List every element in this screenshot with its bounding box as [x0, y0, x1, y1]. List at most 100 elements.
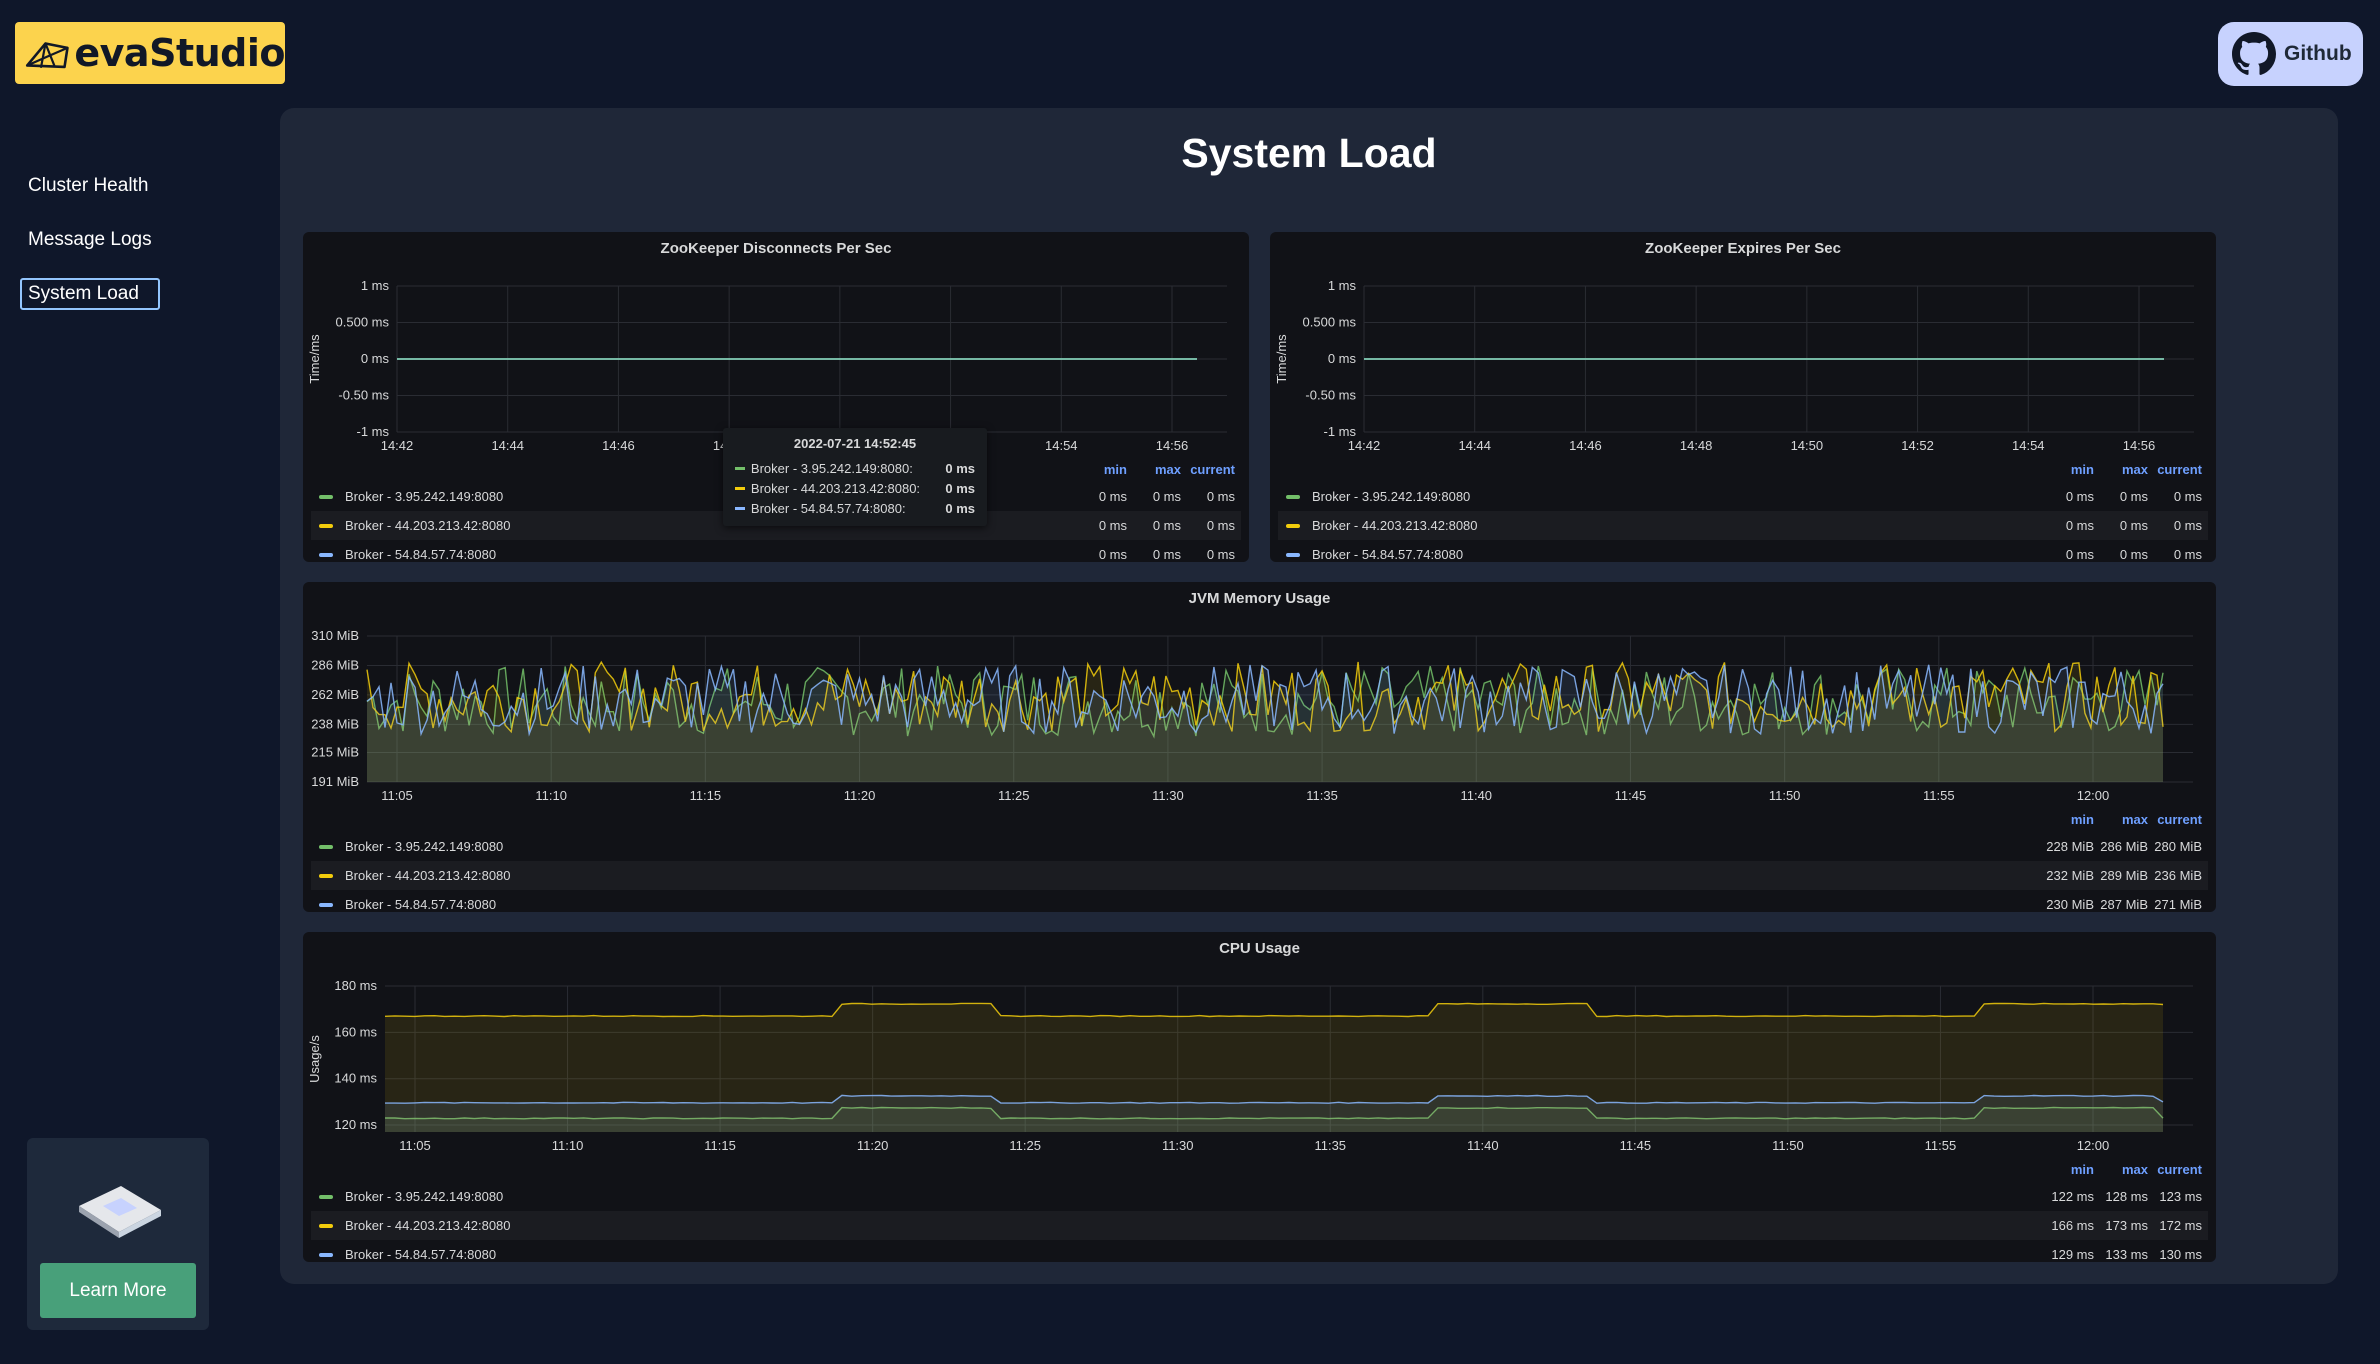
legend-current-header[interactable]: current	[1181, 462, 1235, 482]
y-tick-label: 1 ms	[1328, 278, 1357, 293]
x-tick-label: 14:44	[491, 438, 524, 453]
legend-row[interactable]: Broker - 44.203.213.42:8080 0 ms 0 ms 0 ms	[1278, 511, 2208, 540]
legend-swatch	[1286, 523, 1300, 528]
x-tick-label: 11:40	[1467, 1138, 1499, 1153]
legend-row[interactable]: Broker - 54.84.57.74:8080 129 ms 133 ms 13…	[311, 1240, 2208, 1262]
legend-max-header[interactable]: max	[2094, 1162, 2148, 1182]
legend-current: 123 ms	[2159, 1189, 2202, 1204]
y-tick-label: -0.50 ms	[1305, 388, 1356, 403]
legend-min: 0 ms	[2065, 547, 2094, 562]
x-tick-label: 11:05	[399, 1138, 431, 1153]
legend-min-header[interactable]: min	[2040, 1162, 2094, 1182]
legend-swatch	[1286, 552, 1300, 557]
x-tick-label: 11:15	[690, 788, 722, 803]
x-tick-label: 14:46	[1569, 438, 1602, 453]
legend-min-header[interactable]: min	[1073, 462, 1127, 482]
y-tick-label: 262 MiB	[311, 687, 359, 702]
x-tick-label: 14:52	[1901, 438, 1934, 453]
legend-max: 0 ms	[2119, 518, 2148, 533]
legend-row[interactable]: Broker - 54.84.57.74:8080 0 ms 0 ms 0 ms	[1278, 540, 2208, 562]
brand-logo[interactable]: evaStudio	[15, 22, 285, 84]
legend-row[interactable]: Broker - 54.84.57.74:8080 230 MiB 287 MiB…	[311, 890, 2208, 912]
x-tick-label: 14:54	[1045, 438, 1078, 453]
legend-series-name: Broker - 44.203.213.42:8080	[345, 868, 511, 883]
legend-header: min max current	[2040, 1162, 2202, 1182]
y-axis-label: Time/ms	[1274, 334, 1289, 384]
legend-min-header[interactable]: min	[2040, 462, 2094, 482]
github-icon	[2232, 32, 2276, 75]
y-tick-label: 286 MiB	[311, 657, 359, 672]
x-tick-label: 11:35	[1306, 788, 1338, 803]
x-tick-label: 14:44	[1458, 438, 1491, 453]
y-tick-label: 0.500 ms	[1303, 315, 1357, 330]
legend-min-header[interactable]: min	[2040, 812, 2094, 832]
legend-max: 0 ms	[2119, 489, 2148, 504]
legend-max-header[interactable]: max	[2094, 462, 2148, 482]
tent-logo-icon	[25, 42, 69, 69]
x-tick-label: 14:46	[602, 438, 635, 453]
legend-series-name: Broker - 3.95.242.149:8080	[345, 839, 504, 854]
x-tick-label: 14:50	[1791, 438, 1824, 453]
legend-current-header[interactable]: current	[2148, 462, 2202, 482]
x-tick-label: 12:00	[2077, 788, 2110, 803]
y-tick-label: 120 ms	[334, 1117, 377, 1132]
learn-more-button[interactable]: Learn More	[40, 1263, 196, 1318]
legend-max: 0 ms	[1152, 547, 1181, 562]
x-tick-label: 14:42	[381, 438, 414, 453]
y-axis-label: Usage/s	[307, 1035, 322, 1083]
x-tick-label: 11:20	[844, 788, 876, 803]
legend-series-name: Broker - 54.84.57.74:8080	[345, 1247, 497, 1262]
nav-item-system-load[interactable]: System Load	[20, 278, 160, 310]
x-tick-label: 14:54	[2012, 438, 2045, 453]
x-tick-label: 11:40	[1460, 788, 1492, 803]
legend-min: 0 ms	[2065, 489, 2094, 504]
legend-current-header[interactable]: current	[2148, 1162, 2202, 1182]
y-tick-label: 1 ms	[361, 278, 390, 293]
legend-row[interactable]: Broker - 3.95.242.149:8080 122 ms 128 ms 1…	[311, 1182, 2208, 1211]
legend-max-header[interactable]: max	[1127, 462, 1181, 482]
chip-illustration-icon	[79, 1186, 161, 1238]
legend-current: 236 MiB	[2154, 868, 2202, 883]
legend-row[interactable]: Broker - 54.84.57.74:8080 0 ms 0 ms 0 ms	[311, 540, 1241, 562]
chart-zookeeper-expires[interactable]: 1 ms 0.500 ms 0 ms -0.50 ms -1 ms14:42 14:44 1…	[1270, 232, 2216, 464]
legend-series-name: Broker - 44.203.213.42:8080	[345, 1218, 511, 1233]
legend-row[interactable]: Broker - 44.203.213.42:8080 166 ms 173 ms…	[311, 1211, 2208, 1240]
nav-item-message-logs[interactable]: Message Logs	[20, 224, 160, 256]
x-tick-label: 12:00	[2077, 1138, 2110, 1153]
chart-tooltip: 2022-07-21 14:52:45 Broker - 3.95.242.14…	[723, 428, 987, 526]
legend-swatch	[319, 1252, 333, 1257]
panel-legend: min max current Broker - 3.95.242.149:80…	[1270, 462, 2216, 562]
y-tick-label: 140 ms	[334, 1071, 377, 1086]
page-title: System Load	[1181, 130, 1437, 176]
panel-legend: min max current Broker - 3.95.242.149:80…	[303, 812, 2216, 912]
legend-max: 0 ms	[1152, 489, 1181, 504]
legend-max: 289 MiB	[2100, 868, 2148, 883]
tooltip-series-name: Broker - 3.95.242.149:8080:	[750, 460, 913, 476]
legend-min: 0 ms	[1098, 547, 1127, 562]
github-button[interactable]: Github	[2218, 22, 2363, 86]
legend-swatch	[319, 1223, 333, 1228]
legend-series-name: Broker - 3.95.242.149:8080	[345, 1189, 504, 1204]
y-tick-label: -1 ms	[1324, 424, 1357, 439]
chart-jvm-memory[interactable]: 310 MiB 286 MiB 262 MiB 238 MiB 215 MiB 191 M…	[303, 582, 2216, 814]
nav-item-cluster-health[interactable]: Cluster Health	[20, 170, 160, 202]
legend-max-header[interactable]: max	[2094, 812, 2148, 832]
y-tick-label: 180 ms	[334, 978, 377, 993]
legend-row[interactable]: Broker - 3.95.242.149:8080 0 ms 0 ms 0 ms	[1278, 482, 2208, 511]
legend-max: 286 MiB	[2100, 839, 2148, 854]
y-tick-label: 310 MiB	[311, 628, 359, 643]
y-tick-label: 0 ms	[1328, 351, 1357, 366]
x-tick-label: 14:56	[2123, 438, 2156, 453]
legend-row[interactable]: Broker - 44.203.213.42:8080 232 MiB 289 M…	[311, 861, 2208, 890]
legend-current: 0 ms	[2173, 518, 2202, 533]
tooltip-series-name: Broker - 54.84.57.74:8080:	[750, 500, 906, 516]
legend-current-header[interactable]: current	[2148, 812, 2202, 832]
legend-swatch	[319, 523, 333, 528]
legend-row[interactable]: Broker - 3.95.242.149:8080 228 MiB 286 Mi…	[311, 832, 2208, 861]
legend-header: min max current	[2040, 812, 2202, 832]
learn-more-card: Learn More	[27, 1138, 209, 1330]
main-content: System Load ZooKeeper Disconnects Per Se…	[280, 108, 2338, 1284]
legend-max: 287 MiB	[2100, 897, 2148, 912]
github-label: Github	[2284, 42, 2352, 65]
chart-cpu-usage[interactable]: 180 ms 160 ms 140 ms 120 ms 11:05 11:10 11:15 1…	[303, 932, 2216, 1164]
